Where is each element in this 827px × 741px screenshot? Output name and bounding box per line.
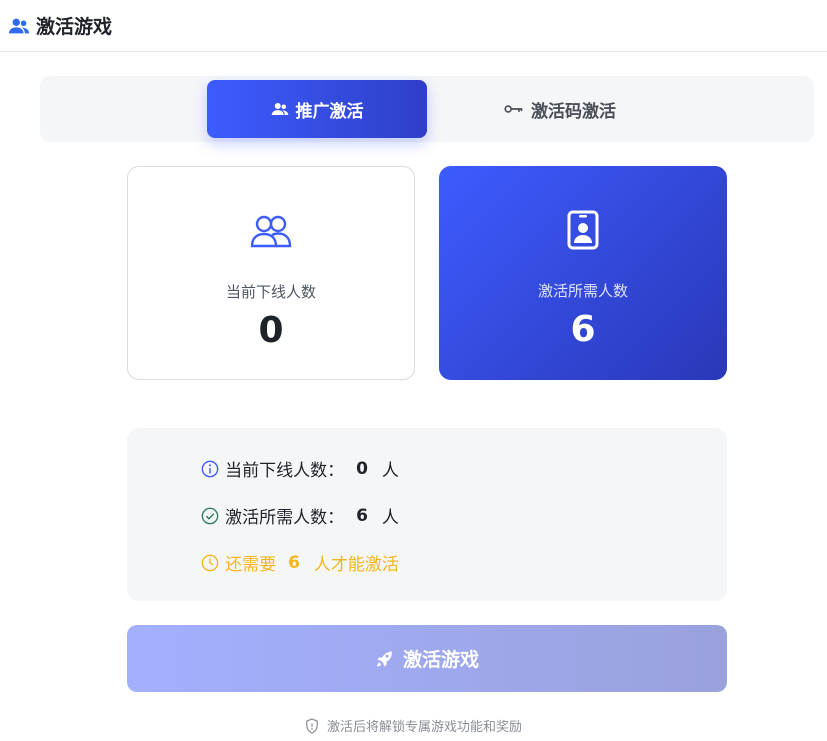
card-label: 当前下线人数: [225, 283, 316, 301]
info-value: 0: [356, 458, 368, 479]
tab-code-activation[interactable]: 激活码激活: [460, 80, 660, 138]
activate-button-label: 激活游戏: [402, 649, 479, 671]
info-suffix: 人才能激活: [313, 555, 399, 575]
rocket-icon: [375, 649, 395, 669]
required-referrals-card: 激活所需人数 6: [439, 166, 727, 380]
info-required-row: 激活所需人数： 6 人: [0, 503, 600, 528]
id-badge-icon: [566, 210, 600, 250]
info-current-row: 当前下线人数： 0 人: [0, 456, 600, 481]
activation-tabs: 推广激活 激活码激活: [40, 76, 814, 142]
tab-label: 推广激活: [295, 101, 364, 122]
page-header: 激活游戏: [0, 0, 827, 52]
info-unit: 人: [381, 461, 399, 481]
activation-footnote: 激活后将解锁专属游戏功能和奖励: [0, 716, 827, 735]
info-label: 当前下线人数：: [225, 461, 345, 481]
card-label: 激活所需人数: [537, 282, 628, 300]
users-icon: [271, 100, 289, 118]
clock-icon: [201, 554, 219, 572]
users-icon: [8, 15, 30, 37]
info-label: 激活所需人数：: [225, 508, 345, 528]
key-icon: [504, 102, 524, 116]
tab-promotion-activation[interactable]: 推广激活: [207, 80, 427, 138]
users-outline-icon: [250, 211, 292, 251]
tab-label: 激活码激活: [531, 101, 616, 122]
footnote-text: 激活后将解锁专属游戏功能和奖励: [326, 720, 522, 735]
info-prefix: 还需要: [225, 555, 277, 575]
card-value: 6: [570, 309, 596, 350]
info-circle-icon: [201, 460, 219, 478]
info-remaining-row: 还需要 6 人才能激活: [0, 550, 600, 575]
info-value: 6: [356, 505, 368, 526]
card-value: 0: [258, 310, 284, 351]
current-referrals-card: 当前下线人数 0: [127, 166, 415, 380]
shield-icon: [305, 717, 319, 734]
info-unit: 人: [381, 508, 399, 528]
info-value: 6: [288, 552, 300, 573]
activate-game-button[interactable]: 激活游戏: [127, 625, 727, 692]
page-title: 激活游戏: [36, 16, 113, 38]
check-circle-icon: [201, 507, 219, 525]
